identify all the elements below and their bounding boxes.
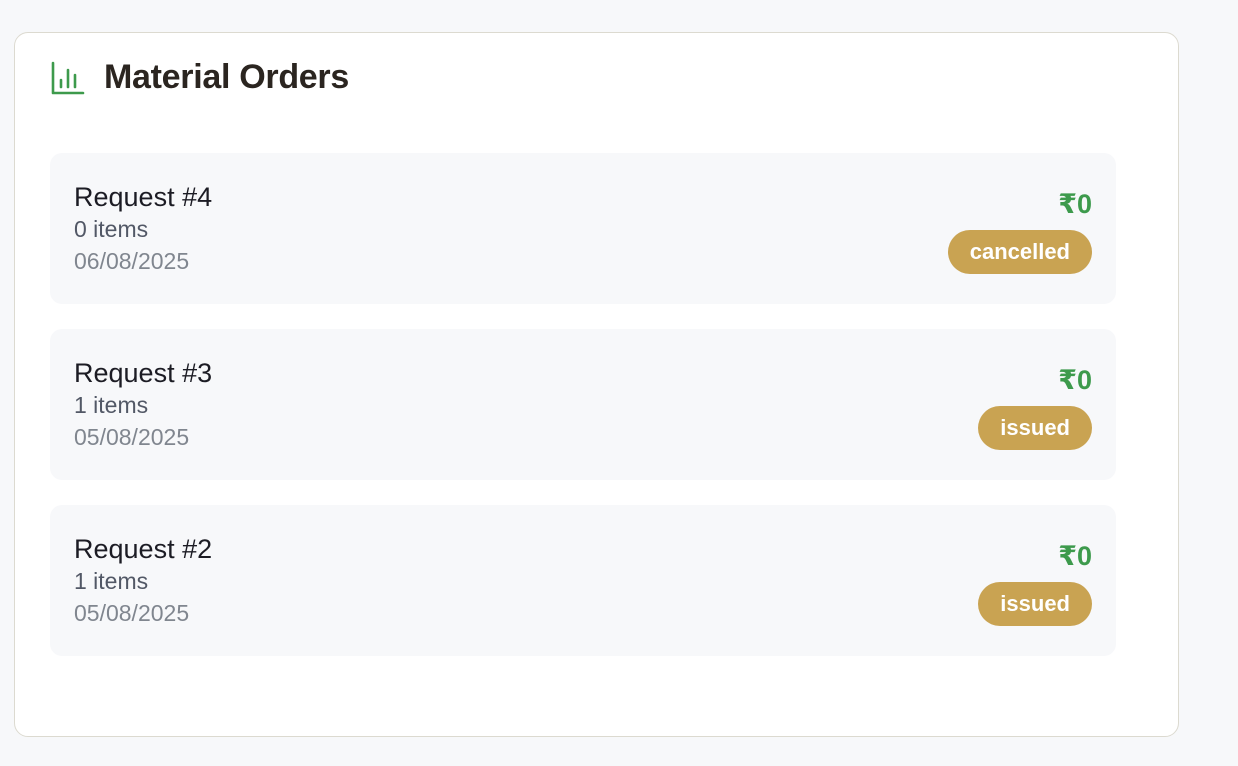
orders-list: Request #4 0 items 06/08/2025 ₹0 cancell… (50, 153, 1116, 681)
request-date: 06/08/2025 (74, 248, 190, 274)
request-amount: ₹0 (1058, 541, 1092, 571)
status-badge: issued (978, 406, 1092, 450)
order-row[interactable]: Request #3 1 items 05/08/2025 ₹0 issued (50, 329, 1116, 480)
order-row[interactable]: Request #2 1 items 05/08/2025 ₹0 issued (50, 505, 1116, 656)
request-title: Request #2 (74, 534, 213, 564)
request-amount: ₹0 (1058, 365, 1092, 395)
bar-chart-icon (51, 61, 85, 94)
status-badge: issued (978, 582, 1092, 626)
request-amount: ₹0 (1058, 189, 1092, 219)
request-date: 05/08/2025 (74, 600, 190, 626)
status-badge: cancelled (947, 230, 1092, 274)
card-header: Material Orders (50, 58, 349, 97)
request-item-count: 1 items (74, 392, 149, 418)
request-title: Request #3 (74, 358, 213, 388)
request-title: Request #4 (74, 182, 213, 212)
request-item-count: 1 items (74, 568, 149, 594)
card-title: Material Orders (104, 58, 349, 96)
request-date: 05/08/2025 (74, 424, 190, 450)
order-row[interactable]: Request #4 0 items 06/08/2025 ₹0 cancell… (50, 153, 1116, 304)
request-item-count: 0 items (74, 216, 149, 242)
